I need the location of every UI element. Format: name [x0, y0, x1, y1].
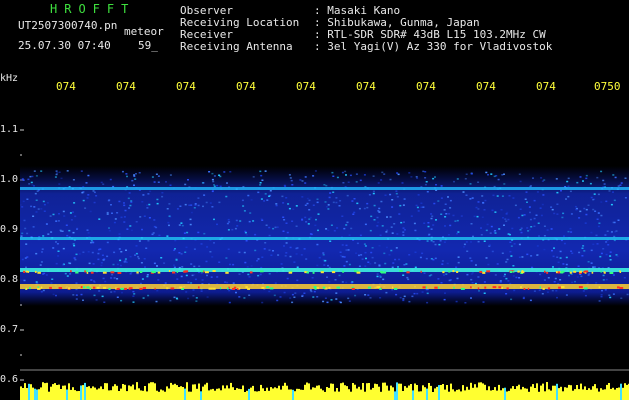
time-tick-label: 074 [176, 80, 196, 93]
carrier-line-top [20, 187, 629, 190]
mode-label: meteor [124, 25, 164, 38]
receiver-label: Receiver [180, 28, 233, 41]
time-tick-label: 074 [536, 80, 556, 93]
location-value: : Shibukawa, Gunma, Japan [314, 16, 480, 29]
freq-tick-label: 0.8 [0, 274, 19, 285]
location-label: Receiving Location [180, 16, 300, 29]
signal-level-meter [20, 382, 629, 400]
freq-tick-label: 0.7 [0, 324, 19, 335]
freq-tick-label: 1.1 [0, 124, 19, 135]
time-tick-label: 074 [416, 80, 436, 93]
spectrogram-plot [20, 98, 629, 400]
receiver-value: : RTL-SDR SDR# 43dB L15 103.2MHz CW [314, 28, 546, 41]
counter: 59_ [138, 39, 158, 52]
time-tick-label: 074 [56, 80, 76, 93]
time-tick-label: 074 [356, 80, 376, 93]
antenna-label: Receiving Antenna [180, 40, 293, 53]
antenna-value: : 3el Yagi(V) Az 330 for Vladivostok [314, 40, 553, 53]
time-tick-label: 074 [296, 80, 316, 93]
hrofft-window: HROFFT UT2507300740.pn meteor 25.07.30 0… [0, 0, 629, 400]
freq-tick-label: 0.6 [0, 374, 19, 385]
khz-unit-label: kHz [0, 73, 19, 84]
carrier-line-mid [20, 237, 629, 240]
freq-tick-label: 1.0 [0, 174, 19, 185]
observer-value: : Masaki Kano [314, 4, 401, 17]
time-tick-label: 074 [236, 80, 256, 93]
app-title: HROFFT [50, 2, 136, 16]
time-tick-label: 074 [476, 80, 496, 93]
observer-label: Observer [180, 4, 233, 17]
file-name: UT2507300740.pn [18, 19, 118, 32]
freq-tick-label: 0.9 [0, 224, 19, 235]
time-tick-label: 074 [116, 80, 136, 93]
time-tick-label: 0750 [594, 80, 621, 93]
timestamp: 25.07.30 07:40 [18, 39, 111, 52]
